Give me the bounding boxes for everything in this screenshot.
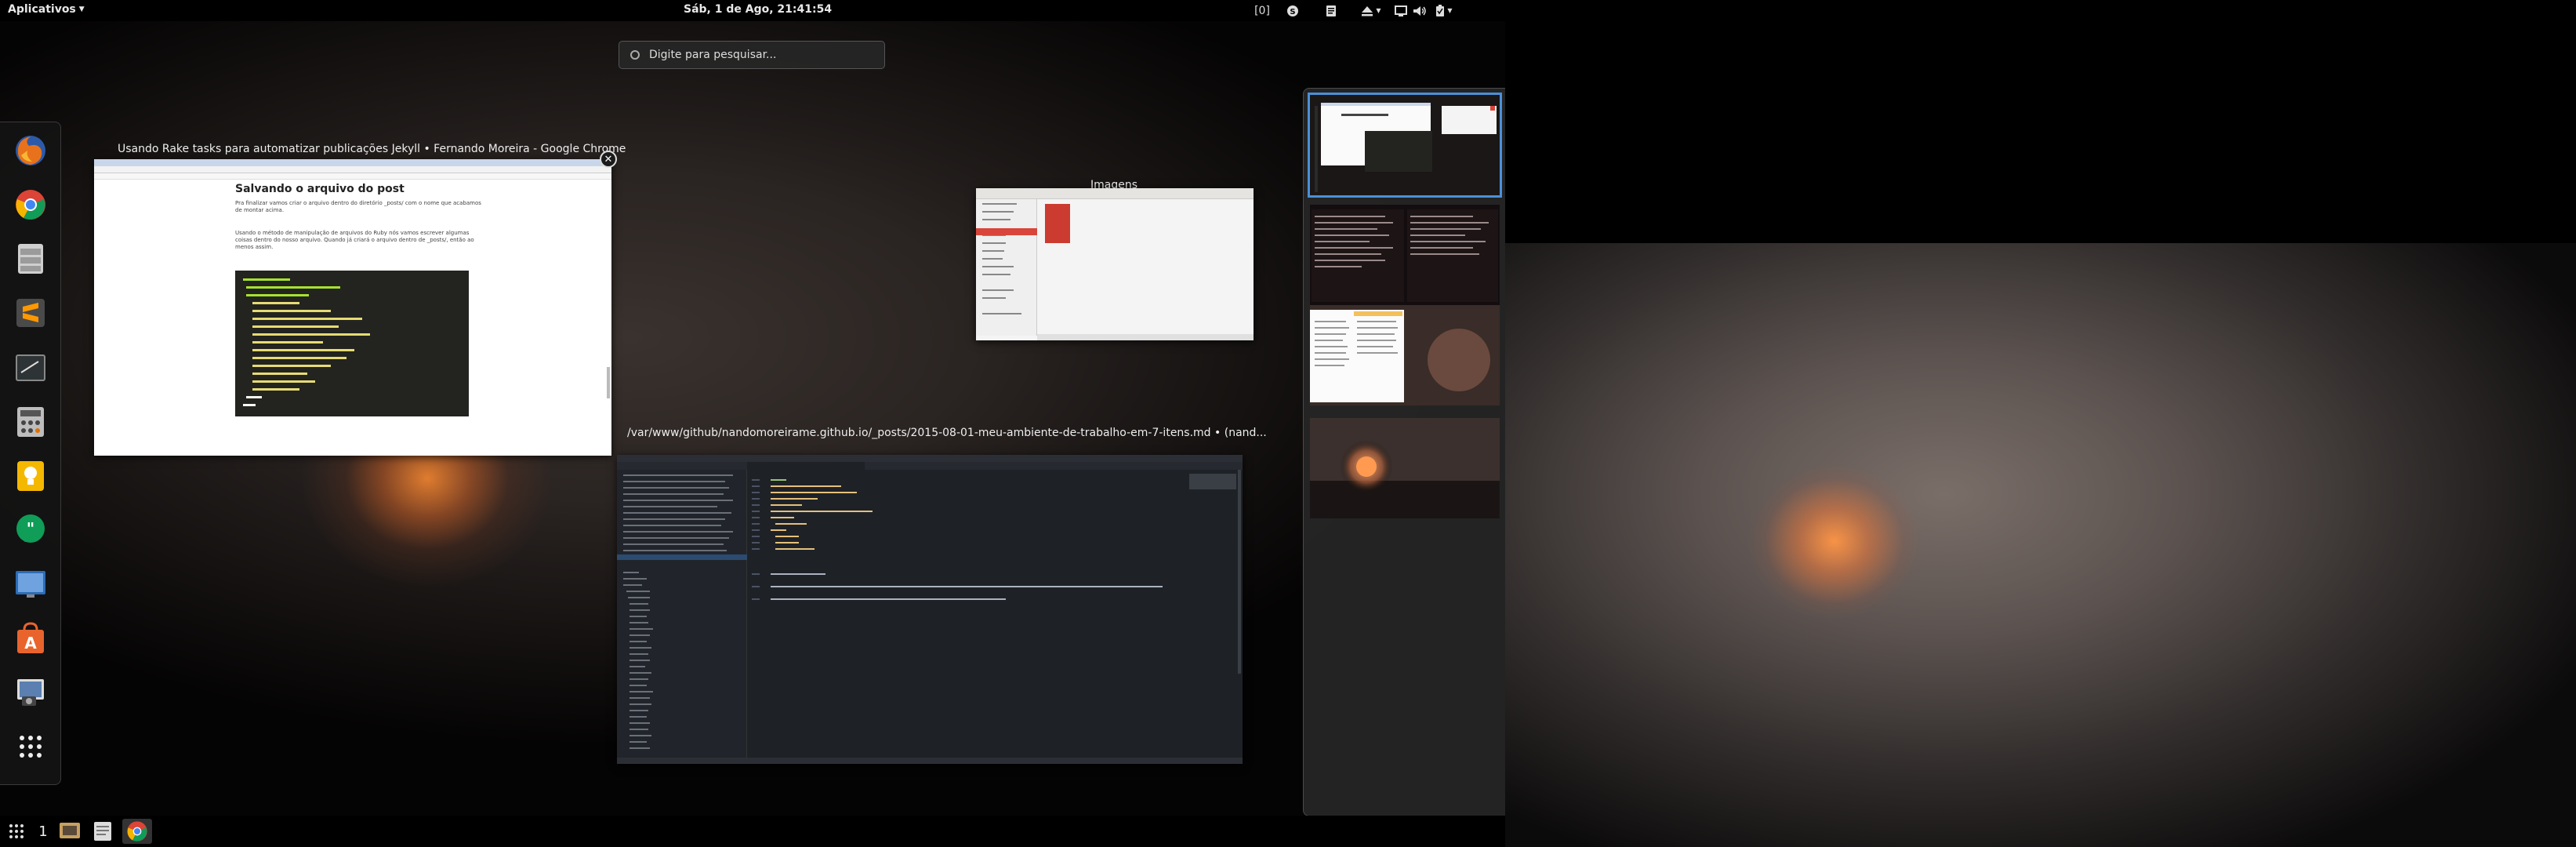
- files-sidebar: [976, 199, 1037, 336]
- clock[interactable]: Sáb, 1 de Ago, 21:41:54: [684, 3, 832, 16]
- show-apps-icon[interactable]: [5, 819, 28, 844]
- notification-count[interactable]: 1: [34, 819, 52, 844]
- browser-bookmarks-bar: [94, 173, 611, 180]
- bulb-icon[interactable]: [13, 458, 49, 494]
- workspace-thumbnail-4[interactable]: [1310, 418, 1500, 518]
- code-block: [235, 271, 469, 416]
- desktop-background-secondary: [1505, 0, 2576, 847]
- terminal-icon[interactable]: [13, 350, 49, 386]
- editor-text-area[interactable]: [747, 470, 1243, 758]
- editor-minimap: [1189, 474, 1236, 489]
- close-window-button[interactable]: ✕: [600, 151, 617, 168]
- screenshot-icon[interactable]: [56, 819, 83, 844]
- folder-icon[interactable]: [1045, 204, 1070, 243]
- chrome-icon[interactable]: [122, 819, 152, 844]
- window-title-editor: /var/www/github/nandomoreirame.github.io…: [627, 427, 1267, 439]
- dash: " A: [0, 122, 61, 785]
- sublime-text-icon[interactable]: [13, 295, 49, 331]
- status-bar: [1037, 334, 1254, 340]
- browser-tab-strip: [94, 159, 611, 166]
- eject-icon[interactable]: ▼: [1350, 2, 1392, 19]
- workspace-thumbnail-2[interactable]: [1310, 205, 1500, 305]
- svg-text:A: A: [24, 634, 37, 653]
- page-paragraph: Usando o método de manipulação de arquiv…: [235, 230, 474, 250]
- wallpaper-secondary: [1505, 243, 2576, 847]
- workspace-indicator[interactable]: [0]: [1251, 2, 1273, 19]
- chrome-icon[interactable]: [13, 187, 49, 223]
- file-tree[interactable]: [617, 470, 747, 758]
- search-placeholder: Digite para pesquisar...: [649, 49, 777, 61]
- applications-menu[interactable]: Aplicativos ▼: [8, 3, 85, 16]
- software-center-icon[interactable]: A: [13, 620, 49, 656]
- files-icon[interactable]: [13, 241, 49, 277]
- notes-icon[interactable]: [1312, 2, 1350, 19]
- chevron-down-icon: ▼: [1447, 7, 1453, 14]
- show-apps-icon[interactable]: [13, 729, 49, 765]
- notes-icon[interactable]: [89, 819, 116, 844]
- sidebar-item-images[interactable]: [976, 228, 1037, 235]
- page-paragraph: Pra finalizar vamos criar o arquivo dent…: [235, 200, 481, 213]
- editor-tab-bar: [617, 462, 1243, 470]
- system-tray: [0] S ▼ ▼: [1251, 2, 1458, 19]
- svg-text:S: S: [1290, 8, 1295, 16]
- top-panel: Aplicativos ▼ Sáb, 1 de Ago, 21:41:54 [0]…: [0, 0, 1505, 21]
- workspace-thumbnail-3[interactable]: [1310, 305, 1500, 405]
- chevron-down-icon: ▼: [78, 5, 85, 13]
- editor-menubar: [617, 455, 1243, 462]
- editor-status-bar: [617, 758, 1243, 764]
- calculator-icon[interactable]: [13, 404, 49, 440]
- svg-text:": ": [27, 519, 34, 538]
- desktop-icon[interactable]: [13, 566, 49, 602]
- window-chrome[interactable]: Salvando o arquivo do post Pra finalizar…: [94, 159, 611, 456]
- headerbar: [976, 188, 1254, 199]
- applications-menu-label: Aplicativos: [8, 3, 76, 16]
- window-images[interactable]: [976, 188, 1254, 340]
- hangouts-icon[interactable]: ": [13, 512, 49, 548]
- search-icon: [630, 50, 640, 60]
- workspace-thumbnail-1[interactable]: [1308, 93, 1502, 198]
- chevron-down-icon: ▼: [1376, 7, 1381, 14]
- battery-icon[interactable]: ▼: [1430, 2, 1458, 19]
- workspace-switcher: [1303, 88, 1505, 816]
- skype-icon[interactable]: S: [1273, 2, 1312, 19]
- message-tray: [0, 816, 1505, 847]
- browser-address-bar: [94, 166, 611, 173]
- scrollbar[interactable]: [607, 367, 610, 398]
- search-input[interactable]: Digite para pesquisar...: [619, 41, 885, 69]
- window-title-chrome: Usando Rake tasks para automatizar publi…: [118, 143, 626, 155]
- display-icon[interactable]: [1392, 2, 1410, 19]
- screenshot-icon[interactable]: [13, 674, 49, 711]
- page-heading: Salvando o arquivo do post: [235, 183, 405, 195]
- firefox-icon[interactable]: [13, 133, 49, 169]
- volume-icon[interactable]: [1410, 2, 1430, 19]
- window-editor[interactable]: [617, 455, 1243, 764]
